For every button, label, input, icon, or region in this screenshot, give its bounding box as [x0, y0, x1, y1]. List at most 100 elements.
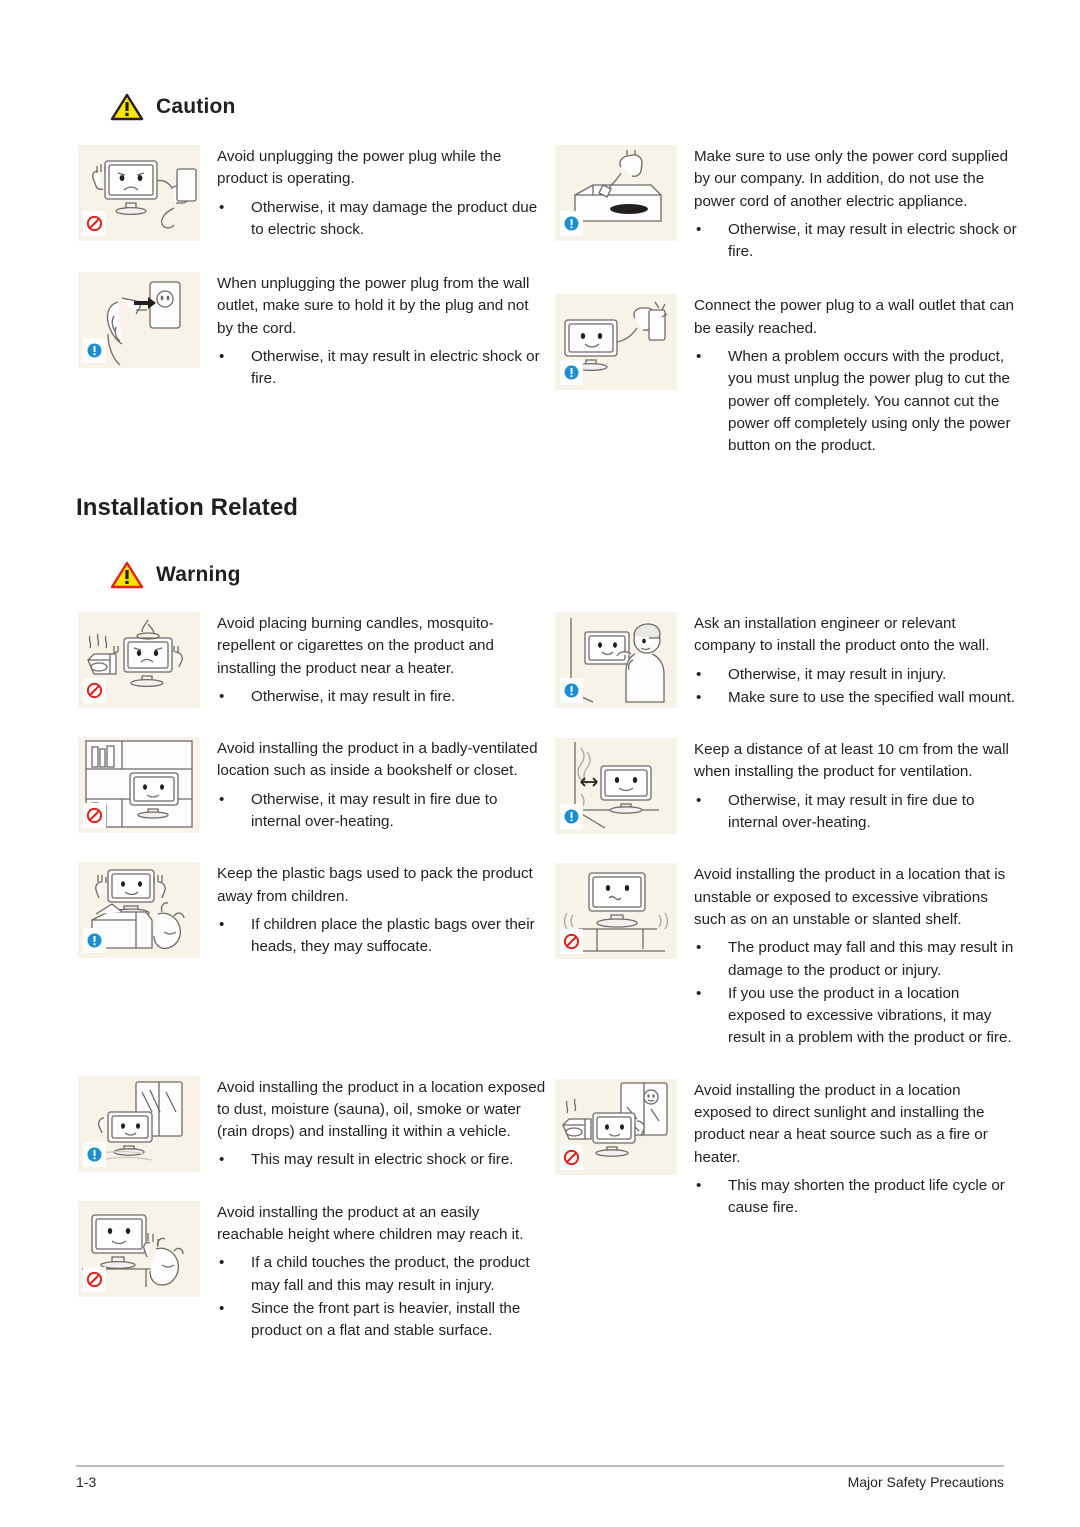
prohibition-icon [83, 1266, 106, 1292]
bullet-item: • If children place the plastic bags ove… [217, 914, 548, 959]
safety-item: Avoid placing burning candles, mosquito-… [78, 612, 548, 709]
safety-item: Avoid installing the product in a badly-… [78, 737, 548, 834]
bullet-item: • Make sure to use the specified wall mou… [694, 687, 1017, 709]
safety-item-text: Avoid installing the product in a badly-… [200, 737, 548, 834]
bullet-dot: • [696, 984, 702, 1002]
bullet-text: Otherwise, it may result in electric sho… [251, 348, 540, 388]
safety-item-lead: Avoid installing the product in a locati… [217, 1078, 546, 1141]
safety-item-text: When unplugging the power plug from the … [200, 272, 548, 391]
prohibition-icon [83, 678, 106, 703]
safety-item-lead: Avoid installing the product in a badly-… [217, 740, 538, 780]
safety-item-text: Avoid installing the product in a locati… [677, 1079, 1017, 1221]
safety-item-text: Avoid installing the product in a locati… [677, 863, 1017, 1050]
safety-item-lead: Avoid installing the product in a locati… [694, 1081, 988, 1166]
bullet-dot: • [219, 1151, 225, 1169]
bullet-text: This may result in electric shock or fir… [251, 1151, 514, 1169]
safety-item-text: Avoid installing the product at an easil… [200, 1201, 548, 1344]
bullet-dot: • [696, 220, 702, 238]
bullet-text: This may shorten the product life cycle … [728, 1176, 1005, 1217]
safety-item-bullets: • This may result in electric shock or fi… [217, 1149, 548, 1171]
info-icon [560, 804, 583, 830]
safety-item-text: Avoid unplugging the power plug while th… [200, 145, 548, 242]
bullet-dot: • [219, 1254, 225, 1272]
prohibition-icon [560, 929, 583, 955]
safety-item-bullets: • Otherwise, it may result in electric sh… [694, 219, 1017, 264]
info-icon [83, 928, 106, 954]
safety-item-lead: Connect the power plug to a wall outlet … [694, 297, 1014, 337]
safety-item-bullets: • If a child touches the product, the pro… [217, 1252, 548, 1342]
info-icon [83, 338, 106, 364]
warning-triangle-icon [110, 560, 144, 590]
power-cord-in-samsung-box-illustration [555, 145, 677, 241]
bullet-item: • This may result in electric shock or fi… [217, 1149, 548, 1171]
bullet-dot: • [696, 1176, 702, 1194]
safety-item: Ask an installation engineer or relevant… [555, 612, 1017, 710]
monitor-angry-unplugging-power-plug-illustration [78, 145, 200, 241]
monitor-in-direct-sunlight-near-heater-illustration [555, 1078, 677, 1175]
bullet-dot: • [696, 688, 702, 706]
bullet-dot: • [696, 939, 702, 957]
warning-right-column: Ask an installation engineer or relevant… [555, 612, 1017, 1221]
bullet-dot: • [219, 348, 225, 366]
bullet-text: Otherwise, it may damage the product due… [251, 198, 538, 238]
bullet-dot: • [696, 348, 702, 366]
bullet-item: • If you use the product in a location ex… [694, 983, 1017, 1050]
document-page: Caution Avoid unplugging the power plug … [0, 0, 1080, 1527]
hand-pulling-plug-from-wall-outlet-illustration [78, 272, 200, 369]
child-reaching-for-monitor-illustration [78, 1200, 200, 1297]
prohibition-icon [83, 211, 106, 236]
monitor-plugged-into-wall-outlet-illustration [555, 294, 677, 391]
safety-item-bullets: • Otherwise, it may result in electric sh… [217, 346, 548, 391]
bullet-text: If a child touches the product, the prod… [251, 1254, 530, 1294]
caution-left-column: Avoid unplugging the power plug while th… [78, 145, 548, 392]
bullet-item: • Otherwise, it may result in electric sh… [694, 219, 1017, 264]
bullet-dot: • [696, 791, 702, 809]
child-with-plastic-bags-illustration [78, 862, 200, 959]
bullet-text: Otherwise, it may result in fire due to … [251, 790, 498, 831]
safety-item-bullets: • Otherwise, it may result in fire due to… [217, 789, 548, 834]
bullet-text: Otherwise, it may result in fire. [251, 687, 456, 705]
bullet-dot: • [219, 198, 225, 216]
safety-item-lead: Avoid installing the product in a locati… [694, 866, 1006, 928]
safety-item-text: Keep the plastic bags used to pack the p… [200, 862, 548, 959]
bullet-text: Since the front part is heavier, install… [251, 1299, 521, 1340]
caution-section-header: Caution [110, 92, 236, 122]
safety-item: Connect the power plug to a wall outlet … [555, 294, 1017, 458]
safety-item-lead: Keep the plastic bags used to pack the p… [217, 865, 533, 905]
engineer-installing-monitor-on-wall-illustration [555, 612, 677, 708]
bullet-dot: • [219, 915, 225, 933]
safety-item-lead: Make sure to use only the power cord sup… [694, 148, 1009, 210]
safety-item-lead: Avoid installing the product at an easil… [217, 1203, 524, 1244]
safety-item-bullets: • Otherwise, it may result in fire. [217, 686, 548, 708]
prohibition-icon [560, 1144, 583, 1170]
bullet-item: • Otherwise, it may result in electric sh… [217, 346, 548, 391]
safety-item: Avoid installing the product at an easil… [78, 1200, 548, 1344]
prohibition-icon [83, 803, 106, 829]
safety-item-bullets: • If children place the plastic bags ove… [217, 914, 548, 959]
safety-item: Avoid installing the product in a locati… [78, 1075, 548, 1173]
safety-item-text: Connect the power plug to a wall outlet … [677, 294, 1017, 458]
bullet-text: Otherwise, it may result in injury. [728, 665, 947, 683]
info-icon [560, 211, 583, 236]
safety-item-text: Avoid placing burning candles, mosquito-… [200, 612, 548, 709]
monitor-distance-from-wall-illustration [555, 738, 677, 835]
safety-item-text: Avoid installing the product in a locati… [200, 1076, 548, 1173]
bullet-item: • Otherwise, it may result in fire due to… [217, 789, 548, 834]
safety-item: Avoid installing the product in a locati… [555, 1078, 1017, 1221]
safety-item-bullets: • When a problem occurs with the product,… [694, 346, 1017, 457]
bullet-item: • This may shorten the product life cycle… [694, 1175, 1017, 1220]
bullet-text: Otherwise, it may result in fire due to … [728, 791, 975, 832]
safety-item-bullets: • This may shorten the product life cycle… [694, 1175, 1017, 1220]
safety-item-bullets: • Otherwise, it may result in injury. • Ma… [694, 664, 1017, 710]
bullet-dot: • [219, 790, 225, 808]
bullet-text: If children place the plastic bags over … [251, 915, 535, 956]
safety-item: Avoid unplugging the power plug while th… [78, 145, 548, 242]
safety-item-lead: When unplugging the power plug from the … [217, 275, 530, 337]
caution-label: Caution [156, 95, 236, 118]
info-icon [560, 678, 583, 703]
safety-item: When unplugging the power plug from the … [78, 272, 548, 391]
bullet-text: When a problem occurs with the product, … [728, 348, 1011, 455]
safety-item-text: Ask an installation engineer or relevant… [677, 612, 1017, 710]
safety-item-lead: Avoid placing burning candles, mosquito-… [217, 615, 494, 677]
bullet-item: • Otherwise, it may damage the product du… [217, 197, 548, 242]
